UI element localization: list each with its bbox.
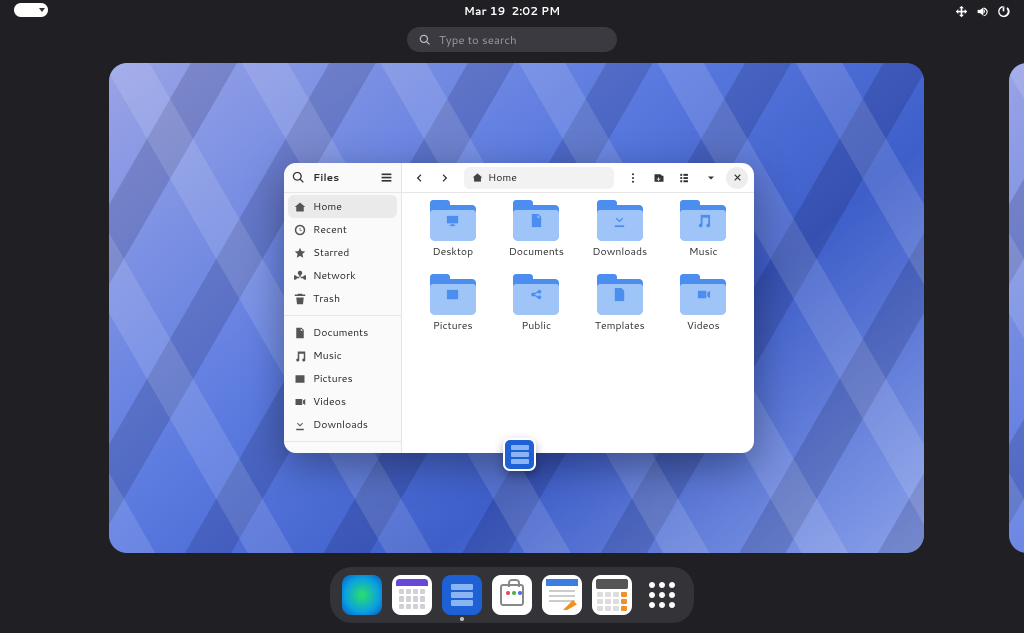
clock[interactable]: Mar 19 2:02 PM bbox=[464, 3, 560, 19]
kebab-menu-button[interactable] bbox=[622, 167, 644, 189]
folder-label: Pictures bbox=[433, 319, 473, 333]
search-icon[interactable] bbox=[292, 171, 305, 184]
folder-pictures[interactable]: Pictures bbox=[416, 279, 490, 353]
sidebar-item-home[interactable]: Home bbox=[288, 195, 397, 218]
dash bbox=[330, 567, 694, 623]
sidebar-item-documents[interactable]: Documents bbox=[284, 321, 401, 344]
overview-search[interactable]: Type to search bbox=[407, 27, 617, 52]
folder-templates[interactable]: Templates bbox=[583, 279, 657, 353]
folder-icon bbox=[680, 279, 726, 315]
sidebar-item-starred[interactable]: Starred bbox=[284, 241, 401, 264]
folder-label: Videos bbox=[687, 319, 720, 333]
network-icon bbox=[955, 5, 968, 18]
workspace-current[interactable]: Files HomeRecentStarredNetworkTrashDocum… bbox=[109, 63, 924, 553]
sidebar-item-pictures[interactable]: Pictures bbox=[284, 367, 401, 390]
folder-music[interactable]: Music bbox=[667, 205, 741, 279]
clock-icon bbox=[294, 224, 306, 236]
files-window[interactable]: Files HomeRecentStarredNetworkTrashDocum… bbox=[284, 163, 754, 453]
folder-label: Documents bbox=[509, 245, 564, 259]
workspace-next[interactable] bbox=[1009, 63, 1024, 553]
folder-label: Templates bbox=[595, 319, 645, 333]
search-icon bbox=[419, 34, 431, 46]
folder-downloads[interactable]: Downloads bbox=[583, 205, 657, 279]
folder-icon bbox=[597, 205, 643, 241]
sidebar-item-trash[interactable]: Trash bbox=[284, 287, 401, 310]
doc-icon bbox=[294, 327, 306, 339]
music-icon bbox=[294, 350, 306, 362]
sidebar-item-downloads[interactable]: Downloads bbox=[284, 413, 401, 436]
folder-public[interactable]: Public bbox=[500, 279, 574, 353]
folder-label: Desktop bbox=[432, 245, 473, 259]
folder-videos[interactable]: Videos bbox=[667, 279, 741, 353]
folder-label: Public bbox=[521, 319, 551, 333]
files-icon-grid[interactable]: Desktop Documents Downloads Music Pictures Pu… bbox=[402, 193, 754, 453]
forward-button[interactable] bbox=[434, 167, 456, 189]
files-toolbar: Home bbox=[402, 163, 754, 193]
network-icon bbox=[294, 270, 306, 282]
dash-app-web[interactable] bbox=[342, 575, 382, 615]
folder-label: Music bbox=[689, 245, 718, 259]
hamburger-menu-icon[interactable] bbox=[380, 171, 393, 184]
system-status-area[interactable] bbox=[955, 0, 1010, 22]
search-placeholder: Type to search bbox=[439, 31, 517, 48]
top-bar: Mar 19 2:02 PM bbox=[0, 0, 1024, 22]
folder-icon bbox=[430, 205, 476, 241]
folder-desktop[interactable]: Desktop bbox=[416, 205, 490, 279]
sidebar-item-network[interactable]: Network bbox=[284, 264, 401, 287]
picture-icon bbox=[294, 373, 306, 385]
dash-app-software[interactable] bbox=[492, 575, 532, 615]
sidebar-item-music[interactable]: Music bbox=[284, 344, 401, 367]
power-icon bbox=[997, 5, 1010, 18]
dash-show-apps[interactable] bbox=[642, 575, 682, 615]
new-tab-button[interactable] bbox=[648, 167, 670, 189]
list-view-button[interactable] bbox=[674, 167, 696, 189]
volume-icon bbox=[976, 5, 989, 18]
sidebar-item-videos[interactable]: Videos bbox=[284, 390, 401, 413]
files-sidebar: Files HomeRecentStarredNetworkTrash Docum… bbox=[284, 163, 402, 453]
dash-app-calendar[interactable] bbox=[392, 575, 432, 615]
download-icon bbox=[294, 419, 306, 431]
video-icon bbox=[294, 396, 306, 408]
folder-icon bbox=[430, 279, 476, 315]
dash-app-calculator[interactable] bbox=[592, 575, 632, 615]
close-button[interactable] bbox=[726, 167, 748, 189]
running-indicator bbox=[460, 617, 464, 621]
folder-icon bbox=[680, 205, 726, 241]
folder-label: Downloads bbox=[592, 245, 647, 259]
home-icon bbox=[472, 172, 483, 183]
window-app-icon-files[interactable] bbox=[503, 438, 536, 471]
view-options-button[interactable] bbox=[700, 167, 722, 189]
folder-icon bbox=[597, 279, 643, 315]
activities-button[interactable] bbox=[14, 3, 48, 17]
trash-icon bbox=[294, 293, 306, 305]
files-app-title: Files bbox=[313, 171, 372, 185]
star-icon bbox=[294, 247, 306, 259]
back-button[interactable] bbox=[408, 167, 430, 189]
sidebar-item-recent[interactable]: Recent bbox=[284, 218, 401, 241]
folder-documents[interactable]: Documents bbox=[500, 205, 574, 279]
sidebar-item-288-mb-rypted[interactable]: 288 MB…rypted bbox=[284, 447, 401, 453]
dash-app-text-editor[interactable] bbox=[542, 575, 582, 615]
home-icon bbox=[294, 201, 306, 213]
path-bar[interactable]: Home bbox=[464, 167, 614, 189]
folder-icon bbox=[513, 279, 559, 315]
disk-icon bbox=[294, 453, 306, 454]
dash-app-files[interactable] bbox=[442, 575, 482, 615]
folder-icon bbox=[513, 205, 559, 241]
